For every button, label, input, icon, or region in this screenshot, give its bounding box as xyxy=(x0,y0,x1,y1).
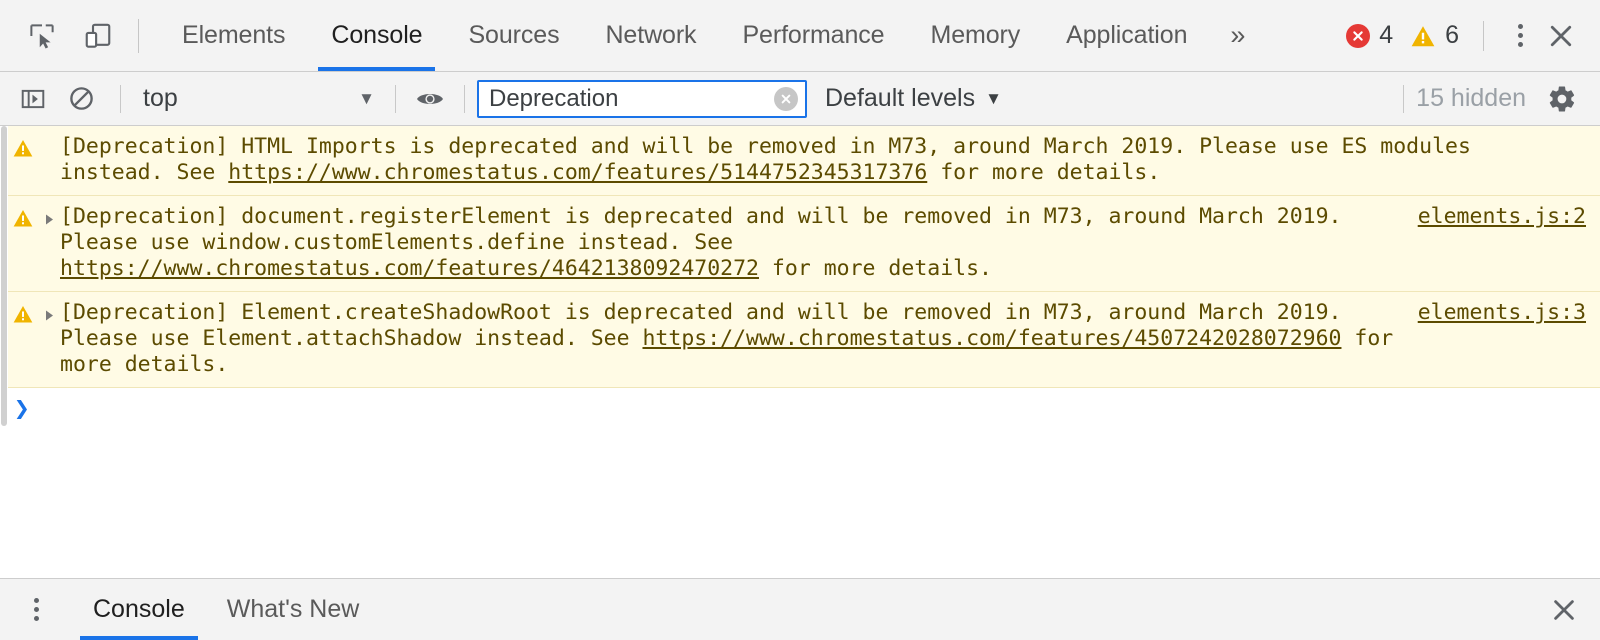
drawer-toolbar: Console What's New xyxy=(0,578,1600,640)
main-menu-icon[interactable] xyxy=(1500,16,1540,56)
expand-triangle-icon[interactable] xyxy=(38,204,60,282)
close-devtools-icon[interactable] xyxy=(1540,15,1582,57)
drawer-tab-whats-new[interactable]: What's New xyxy=(206,579,381,640)
console-message-list: [Deprecation] HTML Imports is deprecated… xyxy=(0,126,1600,578)
message-source-link[interactable]: elements.js:2 xyxy=(1406,204,1586,230)
clear-filter-icon[interactable] xyxy=(774,86,798,111)
gear-icon[interactable] xyxy=(1538,77,1586,121)
eye-icon[interactable] xyxy=(408,78,452,120)
console-message[interactable]: [Deprecation] HTML Imports is deprecated… xyxy=(0,126,1600,196)
scrollbar-thumb[interactable] xyxy=(1,126,7,426)
drawer-right xyxy=(1542,588,1586,632)
error-count-icon xyxy=(1346,23,1371,48)
drawer-tab-label: Console xyxy=(93,595,185,623)
main-toolbar: Elements Console Sources Network Perform… xyxy=(0,0,1600,72)
filterbar-right: 15 hidden xyxy=(1391,77,1586,121)
tab-performance[interactable]: Performance xyxy=(719,0,907,71)
close-drawer-icon[interactable] xyxy=(1542,588,1586,632)
clear-console-icon[interactable] xyxy=(60,78,102,120)
error-count: 4 xyxy=(1379,21,1394,49)
panel-tabs: Elements Console Sources Network Perform… xyxy=(159,0,1265,71)
execution-context-selector[interactable]: top ▼ xyxy=(133,78,383,120)
log-levels-label: Default levels xyxy=(825,84,976,112)
message-source-link[interactable]: elements.js:3 xyxy=(1406,300,1586,326)
tab-label: Memory xyxy=(930,21,1021,49)
message-text-after: for more details. xyxy=(758,256,992,281)
device-toggle-icon[interactable] xyxy=(78,16,118,56)
tab-memory[interactable]: Memory xyxy=(907,0,1043,71)
tab-application[interactable]: Application xyxy=(1043,0,1210,71)
console-message-text: [Deprecation] document.registerElement i… xyxy=(60,204,1406,282)
tab-label: Application xyxy=(1066,21,1188,49)
console-prompt-input[interactable] xyxy=(37,398,1590,425)
warning-count-icon xyxy=(1410,24,1436,48)
toolbar-left-icons xyxy=(14,16,118,56)
message-link[interactable]: https://www.chromestatus.com/features/46… xyxy=(60,256,759,281)
console-sidebar-icon[interactable] xyxy=(12,78,54,120)
drawer-tabs: Console What's New xyxy=(72,579,380,640)
tab-label: Performance xyxy=(742,21,885,49)
toolbar-right-divider xyxy=(1483,20,1484,51)
log-levels-dropdown[interactable]: Default levels ▼ xyxy=(825,84,1002,113)
console-filter-toolbar: top ▼ Default levels ▼ 1 xyxy=(0,72,1600,126)
console-scrollbar[interactable] xyxy=(0,126,8,578)
console-message[interactable]: [Deprecation] Element.createShadowRoot i… xyxy=(0,292,1600,388)
message-link[interactable]: https://www.chromestatus.com/features/51… xyxy=(228,160,927,185)
console-message[interactable]: [Deprecation] document.registerElement i… xyxy=(0,196,1600,292)
devtools-window: Elements Console Sources Network Perform… xyxy=(0,0,1600,640)
warning-triangle-icon xyxy=(8,300,38,378)
filterbar-divider-3 xyxy=(464,84,465,113)
console-message-text: [Deprecation] Element.createShadowRoot i… xyxy=(60,300,1406,378)
message-link[interactable]: https://www.chromestatus.com/features/45… xyxy=(642,326,1341,351)
warning-triangle-icon xyxy=(8,134,38,186)
toolbar-right: 4 6 xyxy=(1346,15,1586,57)
drawer-tab-label: What's New xyxy=(226,595,360,623)
filterbar-divider-2 xyxy=(395,84,396,113)
drawer-tab-console[interactable]: Console xyxy=(72,579,206,640)
more-tabs-button[interactable]: » xyxy=(1210,0,1265,71)
console-empty-space xyxy=(0,435,1600,578)
chevron-down-icon: ▼ xyxy=(358,88,375,108)
console-message-text: [Deprecation] HTML Imports is deprecated… xyxy=(60,134,1574,186)
inspect-cursor-icon[interactable] xyxy=(22,16,62,56)
tab-sources[interactable]: Sources xyxy=(445,0,582,71)
execution-context-label: top xyxy=(143,84,178,112)
prompt-chevron-icon: ❯ xyxy=(14,394,30,424)
tab-network[interactable]: Network xyxy=(582,0,719,71)
warning-triangle-icon xyxy=(8,204,38,282)
tab-label: Elements xyxy=(182,21,286,49)
tab-label: Console xyxy=(331,21,423,49)
filter-input[interactable] xyxy=(489,84,769,113)
tab-elements[interactable]: Elements xyxy=(159,0,308,71)
console-prompt-row[interactable]: ❯ xyxy=(0,388,1600,435)
issue-counters[interactable]: 4 6 xyxy=(1346,21,1467,50)
message-text-before: [Deprecation] document.registerElement i… xyxy=(60,204,1342,255)
hidden-messages-count: 15 hidden xyxy=(1416,84,1526,112)
filterbar-divider-1 xyxy=(120,84,121,113)
tab-console[interactable]: Console xyxy=(308,0,445,71)
filter-input-container[interactable] xyxy=(477,79,807,118)
expand-triangle-icon[interactable] xyxy=(38,300,60,378)
expand-triangle-placeholder xyxy=(38,134,60,186)
chevron-down-icon: ▼ xyxy=(985,88,1002,108)
warning-count: 6 xyxy=(1445,21,1459,49)
message-text-after: for more details. xyxy=(927,160,1161,185)
filterbar-divider-4 xyxy=(1403,84,1405,113)
toolbar-divider xyxy=(138,18,139,53)
tab-label: Sources xyxy=(468,21,560,49)
tab-label: Network xyxy=(605,21,697,49)
drawer-menu-icon[interactable] xyxy=(16,590,56,630)
